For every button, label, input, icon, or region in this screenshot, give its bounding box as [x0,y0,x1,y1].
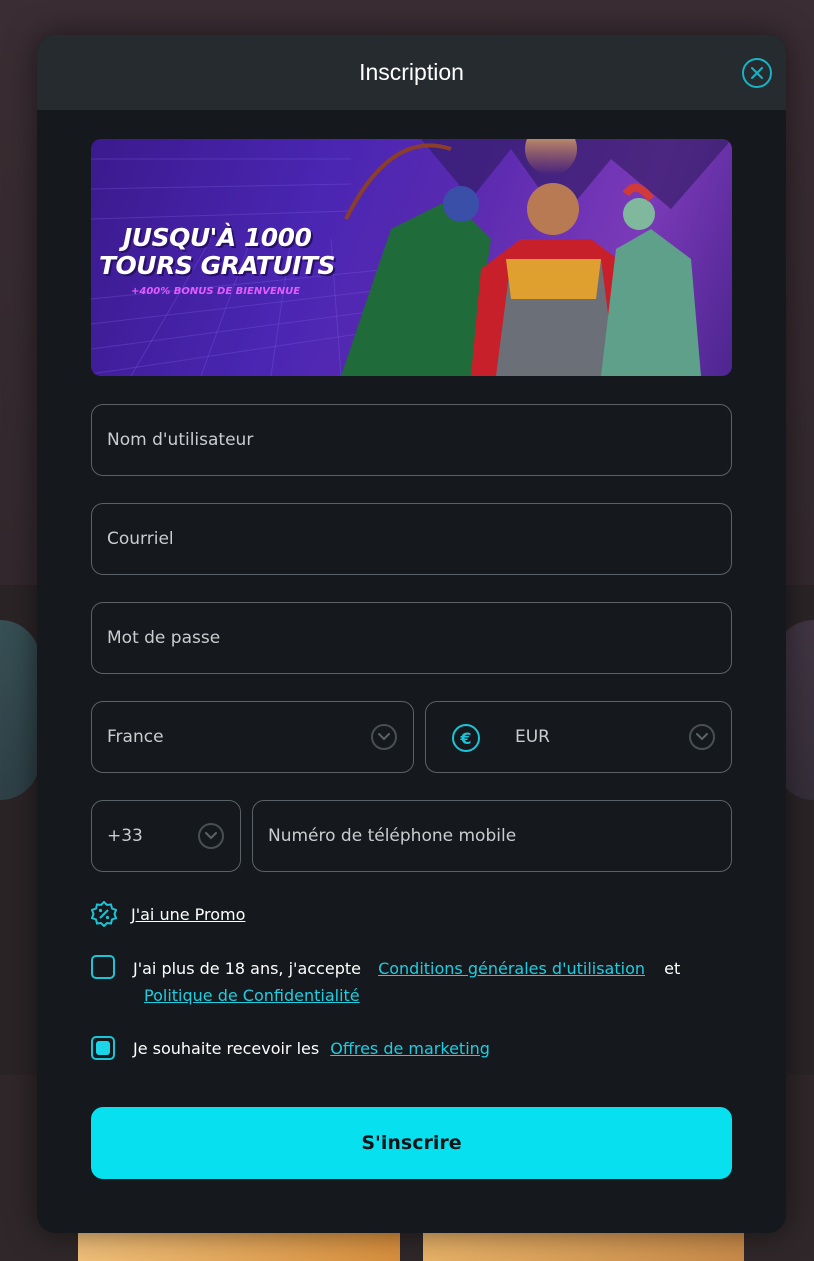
chevron-down-icon [371,724,397,750]
currency-select[interactable]: € EUR [425,701,732,773]
close-icon [751,67,763,79]
percent-badge-icon [91,901,117,927]
phone-number-field[interactable]: Numéro de téléphone mobile [252,800,732,872]
background-game-card-left [0,620,40,800]
terms-text-block: J'ai plus de 18 ans, j'accepte Condition… [133,955,732,1009]
modal-title: Inscription [359,59,464,85]
email-field[interactable]: Courriel [91,503,732,575]
registration-modal: Inscription JUSQU'À 1000 TOURS GRATUITS … [37,35,786,1233]
background-game-tile-2 [423,1232,744,1261]
password-placeholder: Mot de passe [107,628,221,648]
terms-checkbox[interactable] [91,955,115,979]
phone-number-placeholder: Numéro de téléphone mobile [268,826,517,846]
chevron-down-icon [198,823,224,849]
marketing-text: Je souhaite recevoir les [133,1038,320,1058]
marketing-checkbox[interactable] [91,1036,115,1060]
password-field[interactable]: Mot de passe [91,602,732,674]
banner-title-line1: JUSQU'À 1000 [123,223,312,252]
promo-label: J'ai une Promo [131,904,246,924]
phone-code-value: +33 [107,826,143,846]
banner-subtitle: +400% BONUS DE BIENVENUE [131,286,301,297]
welcome-bonus-banner: JUSQU'À 1000 TOURS GRATUITS +400% BONUS … [91,139,732,376]
country-value: France [107,727,164,747]
close-button[interactable] [742,58,772,88]
modal-header: Inscription [37,35,786,110]
username-placeholder: Nom d'utilisateur [107,430,254,450]
terms-link[interactable]: Conditions générales d'utilisation [378,959,645,978]
username-field[interactable]: Nom d'utilisateur [91,404,732,476]
terms-row: J'ai plus de 18 ans, j'accepte Condition… [91,955,732,1009]
terms-text: J'ai plus de 18 ans, j'accepte [133,959,361,978]
promo-code-toggle[interactable]: J'ai une Promo [91,901,245,927]
privacy-policy-link[interactable]: Politique de Confidentialité [144,986,360,1005]
marketing-row: Je souhaite recevoir les Offres de marke… [91,1036,490,1060]
phone-code-select[interactable]: +33 [91,800,241,872]
chevron-down-icon [689,724,715,750]
email-placeholder: Courriel [107,529,174,549]
terms-and-text: et [664,959,681,978]
euro-icon: € [452,724,480,752]
country-select[interactable]: France [91,701,414,773]
currency-value: EUR [515,727,550,747]
signup-button[interactable]: S'inscrire [91,1107,732,1179]
marketing-offers-link[interactable]: Offres de marketing [330,1039,490,1058]
background-game-tile-1 [78,1232,400,1261]
banner-title-line2: TOURS GRATUITS [99,251,336,280]
